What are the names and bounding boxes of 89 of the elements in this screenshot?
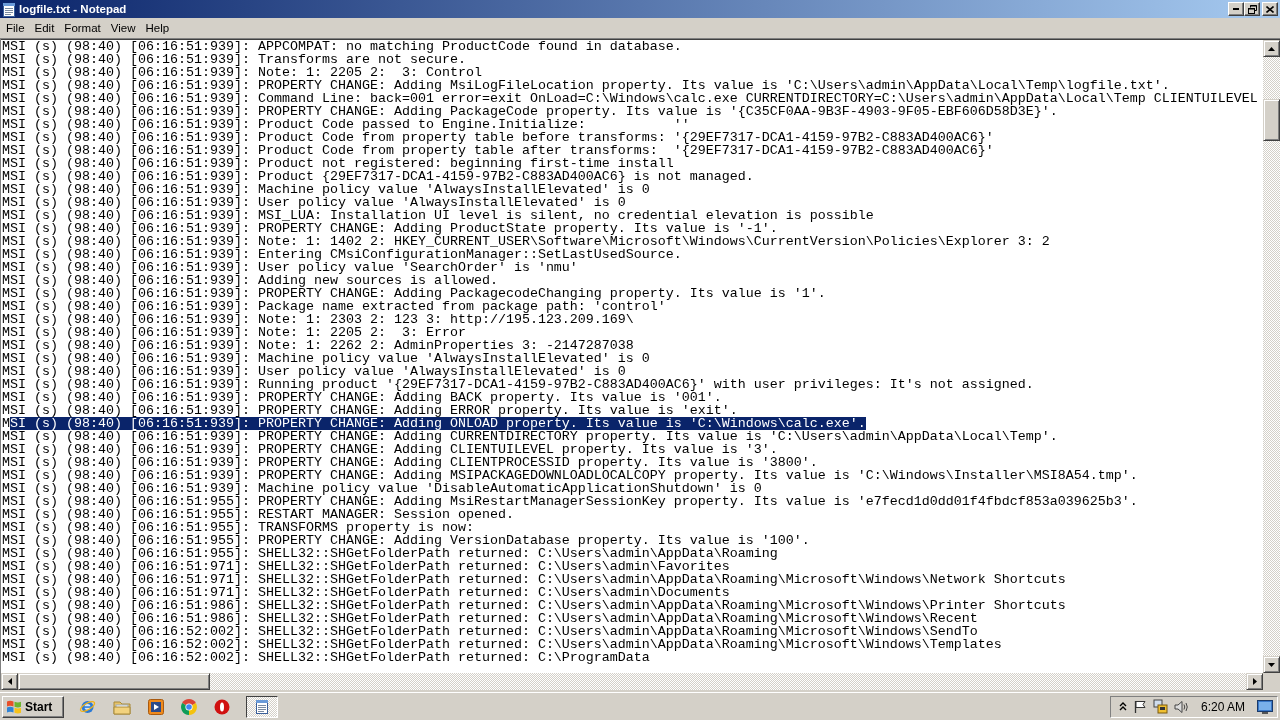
right-arrow-icon	[1252, 678, 1257, 685]
windows-flag-icon	[6, 699, 22, 714]
text-editor[interactable]	[1, 40, 1263, 673]
log-line: MSI (s) (98:40) [06:16:51:939]: PROPERTY CHANGE: Adding CLIENTUILEVEL property. Its value is '3'.	[2, 443, 778, 456]
log-line: MSI (s) (98:40) [06:16:51:939]: Product Code from property table after transforms: '{29EF7317-DCA1-4159-97B2-C883AD400AC6}'	[2, 144, 994, 157]
log-line: MSI (s) (98:40) [06:16:51:939]: Machine policy value 'AlwaysInstallElevated' is 0	[2, 352, 650, 365]
menu-item[interactable]: Format	[59, 20, 106, 36]
log-line: MSI (s) (98:40) [06:16:51:939]: Entering CMsiConfigurationManager::SetLastUsedSource.	[2, 248, 682, 261]
log-line: MSI (s) (98:40) [06:16:52:002]: SHELL32::SHGetFolderPath returned: C:\ProgramData	[2, 651, 650, 664]
log-line: MSI (s) (98:40) [06:16:51:939]: PROPERTY CHANGE: Adding ProductState property. Its value is '-1'.	[2, 222, 778, 235]
log-line: MSI (s) (98:40) [06:16:51:939]: Note: 1: 2205 2: 3: Control	[2, 66, 482, 79]
log-line: MSI (s) (98:40) [06:16:51:955]: PROPERTY CHANGE: Adding MsiRestartManagerSessionKey property. Its value is 'e7fecd1d0dd01f4fbdcf853a039625b3'.	[2, 495, 1138, 508]
segmented-circle-icon[interactable]	[181, 698, 197, 715]
scroll-right-button[interactable]	[1246, 673, 1263, 690]
menu-item[interactable]: Help	[140, 20, 175, 36]
log-line: MSI (s) (98:40) [06:16:51:939]: User policy value 'AlwaysInstallElevated' is 0	[2, 196, 626, 209]
log-line: MSI (s) (98:40) [06:16:51:971]: SHELL32::SHGetFolderPath returned: C:\Users\admin\AppData\Roaming\Microsoft\Windows\Network Shortcuts	[2, 573, 1066, 586]
play-icon[interactable]	[148, 698, 164, 715]
minimize-icon	[1233, 8, 1239, 10]
log-line: MSI (s) (98:40) [06:16:51:939]: Product not registered: beginning first-time install	[2, 157, 674, 170]
log-line: MSI (s) (98:40) [06:16:51:939]: Note: 1: 2262 2: AdminProperties 3: -2147287038	[2, 339, 634, 352]
log-line: MSI (s) (98:40) [06:16:51:939]: PROPERTY CHANGE: Adding CLIENTPROCESSID property. Its value is '3800'.	[2, 456, 818, 469]
speaker-icon[interactable]	[1173, 699, 1189, 714]
log-line: MSI (s) (98:40) [06:16:51:939]: APPCOMPAT: no matching ProductCode found in database.	[2, 40, 682, 53]
network-icon[interactable]	[1152, 699, 1168, 714]
chevron-up-icon[interactable]	[1118, 702, 1127, 711]
start-button[interactable]: Start	[2, 695, 64, 718]
menu-item[interactable]: File	[1, 20, 30, 36]
log-line: MSI (s) (98:40) [06:16:51:939]: Product Code from property table before transforms: '{29EF7317-DCA1-4159-97B2-C883AD400AC6}'	[2, 131, 994, 144]
log-line: MSI (s) (98:40) [06:16:51:939]: Machine policy value 'DisableAutomaticApplicationShutdown' is 0	[2, 482, 762, 495]
scrollbar-thumb[interactable]	[1263, 99, 1280, 141]
log-line: MSI (s) (98:40) [06:16:51:939]: Product Code passed to Engine.Initialize: ''	[2, 118, 690, 131]
clock[interactable]: 6:20 AM	[1200, 699, 1245, 714]
log-line: MSI (s) (98:40) [06:16:52:002]: SHELL32::SHGetFolderPath returned: C:\Users\admin\AppData\Roaming\Microsoft\Windows\SendTo	[2, 625, 978, 638]
log-line: MSI (s) (98:40) [06:16:51:939]: Product {29EF7317-DCA1-4159-97B2-C883AD400AC6} is not managed.	[2, 170, 754, 183]
log-line: MSI (s) (98:40) [06:16:51:939]: Running product '{29EF7317-DCA1-4159-97B2-C883AD400AC6}' with user privileges: It's not assigned.	[2, 378, 1034, 391]
log-line: MSI (s) (98:40) [06:16:51:939]: Transforms are not secure.	[2, 53, 466, 66]
log-line: MSI (s) (98:40) [06:16:51:939]: PROPERTY CHANGE: Adding MSIPACKAGEDOWNLOADLOCALCOPY property. Its value is 'C:\Windows\Installer\MSI8A54.tmp'.	[2, 469, 1138, 482]
log-line: MSI (s) (98:40) [06:16:51:971]: SHELL32::SHGetFolderPath returned: C:\Users\admin\Documents	[2, 586, 730, 599]
log-line: MSI (s) (98:40) [06:16:51:939]: PROPERTY CHANGE: Adding BACK property. Its value is '001'.	[2, 391, 722, 404]
flag-icon[interactable]	[1132, 699, 1147, 714]
log-line: MSI (s) (98:40) [06:16:51:939]: PROPERTY CHANGE: Adding ERROR property. Its value is 'exit'.	[2, 404, 738, 417]
taskbar-window-button[interactable]	[246, 695, 278, 718]
log-line: MSI (s) (98:40) [06:16:52:002]: SHELL32::SHGetFolderPath returned: C:\Users\admin\AppData\Roaming\Microsoft\Windows\Templates	[2, 638, 1002, 651]
vertical-scrollbar[interactable]	[1263, 40, 1280, 673]
log-line: MSI (s) (98:40) [06:16:51:939]: Machine policy value 'AlwaysInstallElevated' is 0	[2, 183, 650, 196]
log-line: MSI (s) (98:40) [06:16:51:939]: PROPERTY CHANGE: Adding CURRENTDIRECTORY property. Its value is 'C:\Users\admin\AppData\Local\Temp'.	[2, 430, 1058, 443]
close-button[interactable]	[1262, 2, 1278, 16]
restore-icon	[1247, 4, 1257, 14]
log-line: M	[2, 417, 10, 430]
ringed-globe-icon[interactable]	[79, 698, 96, 715]
log-line: MSI (s) (98:40) [06:16:51:939]: User policy value 'SearchOrder' is 'nmu'	[2, 261, 578, 274]
log-line: MSI (s) (98:40) [06:16:51:986]: SHELL32::SHGetFolderPath returned: C:\Users\admin\AppData\Roaming\Microsoft\Windows\Printer Shortcuts	[2, 599, 1066, 612]
scroll-up-button[interactable]	[1263, 40, 1280, 57]
left-arrow-icon	[7, 678, 12, 685]
log-line: MSI (s) (98:40) [06:16:51:939]: Adding new sources is allowed.	[2, 274, 498, 287]
selected-text: SI (s) (98:40) [06:16:51:939]: PROPERTY CHANGE: Adding ONLOAD property. Its value is 'C:\Windows\calc.exe'.	[10, 417, 866, 430]
log-line: MSI (s) (98:40) [06:16:51:955]: PROPERTY CHANGE: Adding VersionDatabase property. Its value is '100'.	[2, 534, 810, 547]
log-line: MSI (s) (98:40) [06:16:51:939]: PROPERTY CHANGE: Adding MsiLogFileLocation property. Its value is 'C:\Users\admin\AppData\Local\Temp\logfile.txt'.	[2, 79, 1170, 92]
notepad-icon	[2, 1, 16, 17]
menu-item[interactable]: Edit	[29, 20, 60, 36]
log-line: MSI (s) (98:40) [06:16:51:939]: Command Line: back=001 error=exit OnLoad=C:\Windows\calc.exe CURRENTDIRECTORY=C:\Users\admin\AppData\Local\Temp CLIENTUILEVEL	[2, 92, 1258, 105]
log-line: MSI (s) (98:40) [06:16:51:955]: RESTART MANAGER: Session opened.	[2, 508, 514, 521]
up-arrow-icon	[1268, 46, 1275, 51]
log-line: MSI (s) (98:40) [06:16:51:955]: SHELL32::SHGetFolderPath returned: C:\Users\admin\AppData\Roaming	[2, 547, 778, 560]
down-arrow-icon	[1268, 662, 1275, 667]
log-line: MSI (s) (98:40) [06:16:51:939]: Note: 1: 1402 2: HKEY_CURRENT_USER\Software\Microsoft\Windows\CurrentVersion\Policies\Explorer 3: 2	[2, 235, 1050, 248]
minimize-button[interactable]	[1228, 2, 1244, 16]
log-line: MSI (s) (98:40) [06:16:51:939]: Package name extracted from package path: 'control'	[2, 300, 666, 313]
scroll-left-button[interactable]	[1, 673, 18, 690]
horizontal-scrollbar[interactable]	[1, 673, 1263, 690]
log-line: MSI (s) (98:40) [06:16:51:939]: PROPERTY CHANGE: Adding PackageCode property. Its value is '{C35CF0AA-9B3F-4903-9F05-EBF606D58D3E}'.	[2, 105, 1058, 118]
log-line: MSI (s) (98:40) [06:16:51:955]: TRANSFORMS property is now:	[2, 521, 474, 534]
notepad-icon	[255, 699, 269, 714]
desktop-icon[interactable]	[1257, 699, 1273, 714]
close-icon	[1266, 5, 1274, 13]
menu-item[interactable]: View	[105, 20, 141, 36]
restore-button[interactable]	[1244, 2, 1260, 16]
log-line: MSI (s) (98:40) [06:16:51:939]: Note: 1: 2303 2: 123 3: http://195.123.209.169\	[2, 313, 634, 326]
ring-icon[interactable]	[214, 698, 230, 715]
log-line: MSI (s) (98:40) [06:16:51:986]: SHELL32::SHGetFolderPath returned: C:\Users\admin\AppData\Roaming\Microsoft\Windows\Recent	[2, 612, 978, 625]
log-line: MSI (s) (98:40) [06:16:51:939]: User policy value 'AlwaysInstallElevated' is 0	[2, 365, 626, 378]
log-line: MSI (s) (98:40) [06:16:51:939]: MSI_LUA: Installation UI level is silent, no credential elevation is possible	[2, 209, 874, 222]
log-line: MSI (s) (98:40) [06:16:51:939]: Note: 1: 2205 2: 3: Error	[2, 326, 466, 339]
log-line: MSI (s) (98:40) [06:16:51:971]: SHELL32::SHGetFolderPath returned: C:\Users\admin\Favorites	[2, 560, 730, 573]
window-title: logfile.txt - Notepad	[19, 3, 128, 15]
scroll-down-button[interactable]	[1263, 656, 1280, 673]
log-line: MSI (s) (98:40) [06:16:51:939]: PROPERTY CHANGE: Adding PackagecodeChanging property. Its value is '1'.	[2, 287, 826, 300]
scrollbar-thumb[interactable]	[18, 673, 210, 690]
